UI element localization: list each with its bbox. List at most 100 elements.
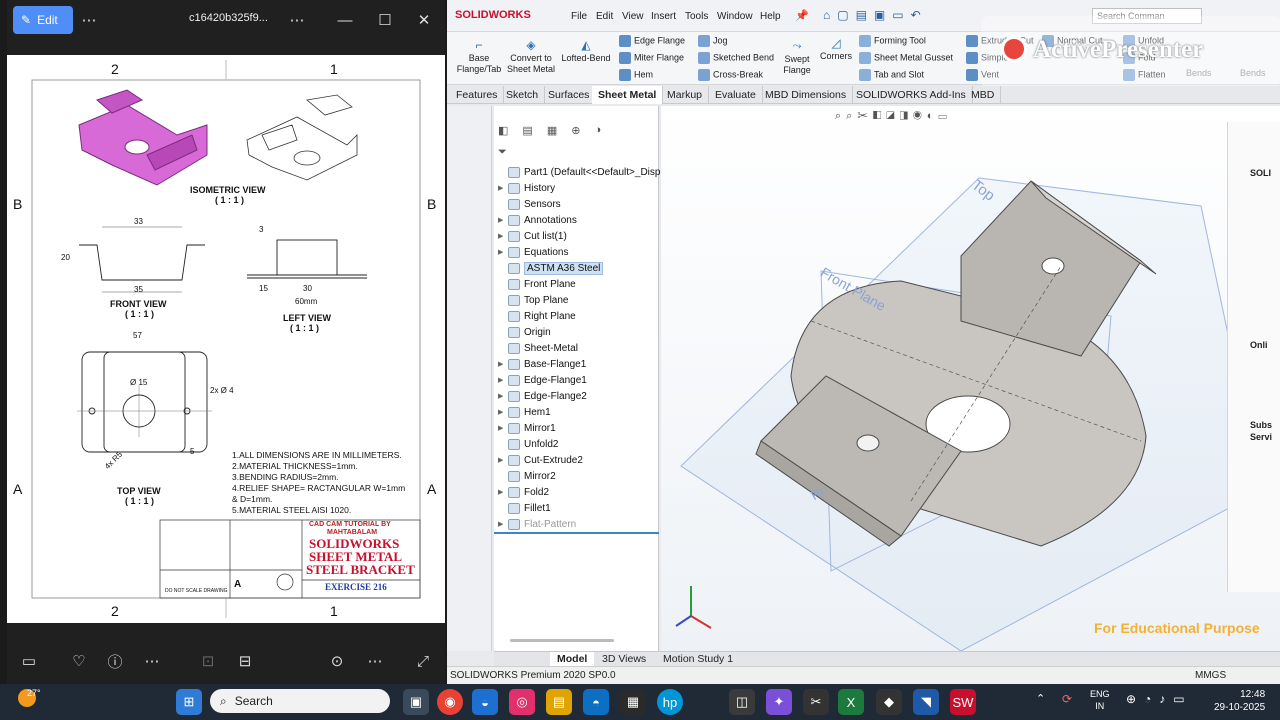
expand-arrow-icon[interactable]: ▶ [498, 232, 508, 240]
task-view-icon[interactable]: ▣ [403, 689, 429, 715]
tab-sheet-metal[interactable]: Sheet Metal [592, 86, 664, 104]
tree-item[interactable]: ▶ Flat-Pattern [498, 516, 576, 532]
tree-item[interactable]: ▶ Edge-Flange1 [498, 372, 587, 388]
tab-model[interactable]: Model [550, 652, 595, 666]
tree-item[interactable]: ▶ Fold2 [498, 484, 549, 500]
store-icon[interactable]: ◫ [729, 689, 755, 715]
instagram-icon[interactable]: ◎ [509, 689, 535, 715]
hp-icon[interactable]: hp [657, 689, 683, 715]
quick-access-toolbar[interactable]: ⌂▢▤▣▭↶ [823, 8, 928, 22]
more-icon[interactable]: ⋯ [285, 8, 309, 32]
expand-arrow-icon[interactable]: ▶ [498, 376, 508, 384]
crop-icon[interactable]: ⊡ [196, 649, 220, 673]
taskpane-services[interactable]: Servi [1250, 432, 1272, 442]
tree-item[interactable]: ASTM A36 Steel [498, 260, 604, 276]
tree-item[interactable]: Unfold2 [498, 436, 558, 452]
tab-markup[interactable]: Markup [661, 86, 710, 104]
expand-arrow-icon[interactable]: ▶ [498, 360, 508, 368]
taskbar-search[interactable]: ⌕ Search [210, 689, 390, 713]
base-flange-button[interactable]: ⌐ Base Flange/Tab [455, 38, 503, 76]
menu-tools[interactable]: Tools [685, 11, 708, 22]
favorite-icon[interactable]: ♡ [67, 649, 91, 673]
tab-and-slot-button[interactable]: Tab and Slot [859, 69, 924, 81]
clock[interactable]: 12:48 29-10-2025 [1214, 688, 1265, 714]
tree-item[interactable]: ▶ Equations [498, 244, 568, 260]
close-icon[interactable]: ✕ [412, 8, 436, 32]
property-manager-icon[interactable]: ▤ [522, 124, 532, 140]
sw-logo[interactable]: SOLIDWORKS [455, 9, 531, 21]
tree-item[interactable]: ▶ Edge-Flange2 [498, 388, 587, 404]
tab-sketch[interactable]: Sketch [500, 86, 546, 104]
snipping-icon[interactable]: ✂ [803, 689, 829, 715]
front-flange-hole[interactable] [856, 434, 880, 452]
corners-button[interactable]: ◿ Corners [817, 36, 855, 62]
tree-item[interactable]: ▶ Cut-Extrude2 [498, 452, 583, 468]
sync-icon[interactable]: ⟳ [1062, 692, 1072, 706]
miter-flange-button[interactable]: Miter Flange [619, 52, 684, 64]
filmstrip-icon[interactable]: ▭ [17, 649, 41, 673]
forming-tool-button[interactable]: Forming Tool [859, 35, 926, 47]
excel-icon[interactable]: X [838, 689, 864, 715]
tree-item[interactable]: Origin [498, 324, 551, 340]
sheet-metal-gusset-button[interactable]: Sheet Metal Gusset [859, 52, 953, 64]
tray-icons[interactable]: ⊕◔♪▭ [1126, 692, 1193, 706]
scan-text-icon[interactable]: ⊟ [233, 649, 257, 673]
hem-button[interactable]: Hem [619, 69, 653, 81]
tree-item[interactable]: Sensors [498, 196, 561, 212]
tree-item[interactable]: Part1 (Default<<Default>_Displa [498, 164, 668, 180]
back-flange-hole[interactable] [1041, 257, 1065, 275]
copilot-icon[interactable]: ✦ [766, 689, 792, 715]
tab-motion-study[interactable]: Motion Study 1 [656, 652, 740, 666]
language-indicator[interactable]: ENG IN [1090, 688, 1110, 712]
tray-chevron-icon[interactable]: ⌃ [1036, 692, 1045, 705]
tab-features[interactable]: Features [450, 86, 505, 104]
expand-arrow-icon[interactable]: ▶ [498, 488, 508, 496]
taskpane-online[interactable]: Onli [1250, 340, 1268, 350]
menu-view[interactable]: View [622, 11, 644, 22]
convert-sheet-metal-button[interactable]: ◈ Convert to Sheet Metal [505, 38, 557, 76]
tab-mbd[interactable]: MBD [965, 86, 1002, 104]
manager-tabs[interactable]: ◧ ▤ ▦ ⊕ ◑ [498, 124, 656, 140]
more-options-icon[interactable]: ⋯ [363, 649, 387, 673]
tree-item[interactable]: Sheet-Metal [498, 340, 578, 356]
tree-item[interactable]: ▶ Mirror1 [498, 420, 556, 436]
pin-icon[interactable]: 📌 [795, 9, 809, 22]
tree-item[interactable]: Fillet1 [498, 500, 551, 516]
tree-item[interactable]: ▶ History [498, 180, 555, 196]
edge-icon[interactable]: ◒ [472, 689, 498, 715]
menu-help[interactable]: Help [760, 11, 781, 22]
tree-item[interactable]: Mirror2 [498, 468, 556, 484]
view-heads-up-toolbar[interactable]: ⌕⌕✂◧◪◨◉◐▭ [835, 110, 952, 123]
expand-arrow-icon[interactable]: ▶ [498, 392, 508, 400]
menu-insert[interactable]: Insert [651, 11, 676, 22]
expand-arrow-icon[interactable]: ▶ [498, 408, 508, 416]
menu-window[interactable]: Window [717, 11, 753, 22]
expand-arrow-icon[interactable]: ▶ [498, 216, 508, 224]
units-selector[interactable]: MMGS [1195, 670, 1226, 681]
config-manager-icon[interactable]: ▦ [547, 124, 557, 140]
expand-arrow-icon[interactable]: ▶ [498, 248, 508, 256]
app2-icon[interactable]: ◆ [876, 689, 902, 715]
expand-arrow-icon[interactable]: ▶ [498, 456, 508, 464]
swept-flange-button[interactable]: ⤳ Swept Flange [779, 40, 815, 76]
tree-item[interactable]: ▶ Base-Flange1 [498, 356, 586, 372]
maximize-icon[interactable]: ☐ [373, 8, 397, 32]
chrome-icon[interactable]: ◉ [437, 689, 463, 715]
edit-button[interactable]: ✎ Edit [13, 6, 73, 34]
tree-item[interactable]: Right Plane [498, 308, 576, 324]
minimize-icon[interactable]: — [333, 8, 357, 32]
menu-file[interactable]: File [571, 11, 587, 22]
feature-manager-icon[interactable]: ◧ [498, 124, 508, 140]
graphics-area[interactable]: Top Front Plane Ri ⌕⌕✂◧◪◨◉◐▭ For Educati… [661, 106, 1280, 652]
jog-button[interactable]: Jog [698, 35, 728, 47]
app3-icon[interactable]: ◥ [913, 689, 939, 715]
tree-item[interactable]: ▶ Annotations [498, 212, 577, 228]
dimxpert-icon[interactable]: ⊕ [571, 124, 580, 140]
tree-scrollbar[interactable] [510, 639, 614, 642]
more-icon[interactable]: ⋯ [140, 649, 164, 673]
filter-icon[interactable]: ⏷ [498, 146, 507, 159]
taskpane-solidworks-resources[interactable]: SOLI [1250, 168, 1271, 178]
solidworks-taskbar-icon[interactable]: SW [950, 689, 976, 715]
display-manager-icon[interactable]: ◑ [594, 124, 601, 140]
tree-item[interactable]: Front Plane [498, 276, 576, 292]
